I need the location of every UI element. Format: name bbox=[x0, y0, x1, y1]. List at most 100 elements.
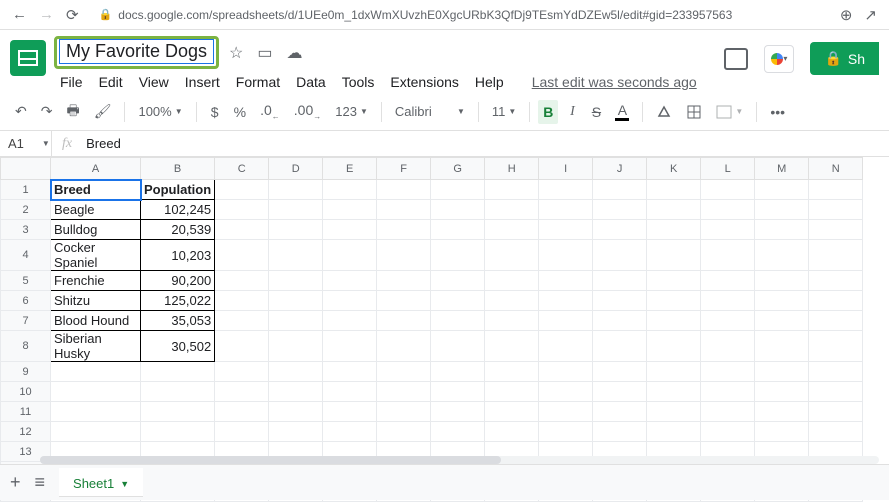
cell[interactable] bbox=[323, 291, 377, 311]
cell[interactable] bbox=[269, 362, 323, 382]
share-button[interactable]: 🔒 Sh bbox=[810, 42, 879, 75]
cell[interactable] bbox=[809, 362, 863, 382]
cell[interactable] bbox=[51, 402, 141, 422]
cell[interactable] bbox=[701, 422, 755, 442]
cell[interactable] bbox=[485, 382, 539, 402]
column-header[interactable]: A bbox=[51, 158, 141, 180]
cell[interactable] bbox=[647, 311, 701, 331]
print-icon[interactable]: 🖶 bbox=[61, 96, 84, 128]
cell[interactable]: Frenchie bbox=[51, 271, 141, 291]
cell[interactable] bbox=[269, 220, 323, 240]
cell[interactable] bbox=[539, 311, 593, 331]
cell[interactable] bbox=[539, 291, 593, 311]
last-edit-link[interactable]: Last edit was seconds ago bbox=[526, 71, 703, 93]
add-sheet-button[interactable]: + bbox=[10, 472, 21, 493]
cell[interactable]: 30,502 bbox=[141, 331, 215, 362]
reload-icon[interactable]: ⟳ bbox=[66, 6, 79, 24]
search-alt-icon[interactable]: ⊕ bbox=[840, 6, 853, 24]
cell[interactable] bbox=[485, 362, 539, 382]
menu-help[interactable]: Help bbox=[469, 71, 510, 93]
menu-view[interactable]: View bbox=[133, 71, 175, 93]
borders-button[interactable] bbox=[681, 100, 707, 124]
cell[interactable] bbox=[485, 422, 539, 442]
cell[interactable] bbox=[141, 402, 215, 422]
cell[interactable] bbox=[539, 180, 593, 200]
cell[interactable] bbox=[431, 382, 485, 402]
menu-format[interactable]: Format bbox=[230, 71, 286, 93]
meet-icon[interactable]: ▾ bbox=[764, 45, 794, 73]
menu-tools[interactable]: Tools bbox=[336, 71, 381, 93]
cell[interactable] bbox=[377, 382, 431, 402]
cell[interactable] bbox=[485, 240, 539, 271]
cell[interactable] bbox=[593, 382, 647, 402]
cell[interactable] bbox=[701, 331, 755, 362]
row-header[interactable]: 11 bbox=[1, 402, 51, 422]
cell[interactable] bbox=[701, 402, 755, 422]
cell[interactable] bbox=[701, 311, 755, 331]
row-header[interactable]: 4 bbox=[1, 240, 51, 271]
menu-insert[interactable]: Insert bbox=[179, 71, 226, 93]
cell[interactable] bbox=[809, 382, 863, 402]
cell[interactable] bbox=[755, 402, 809, 422]
cell[interactable] bbox=[539, 382, 593, 402]
cell[interactable] bbox=[701, 271, 755, 291]
cell[interactable] bbox=[809, 331, 863, 362]
cell[interactable] bbox=[215, 311, 269, 331]
merge-button[interactable]: ▼ bbox=[711, 102, 748, 122]
row-header[interactable]: 9 bbox=[1, 362, 51, 382]
cell[interactable] bbox=[539, 271, 593, 291]
share-icon[interactable]: ↗ bbox=[864, 6, 877, 24]
cell[interactable] bbox=[647, 240, 701, 271]
cell[interactable] bbox=[539, 240, 593, 271]
cell[interactable]: Breed bbox=[51, 180, 141, 200]
column-header[interactable]: M bbox=[755, 158, 809, 180]
cell[interactable] bbox=[51, 422, 141, 442]
cell[interactable] bbox=[701, 200, 755, 220]
row-header[interactable]: 10 bbox=[1, 382, 51, 402]
cell[interactable] bbox=[51, 382, 141, 402]
cell[interactable] bbox=[431, 331, 485, 362]
cell[interactable] bbox=[269, 422, 323, 442]
back-icon[interactable]: ← bbox=[12, 6, 27, 24]
column-header[interactable]: I bbox=[539, 158, 593, 180]
url-bar[interactable]: 🔒 docs.google.com/spreadsheets/d/1UEe0m_… bbox=[91, 8, 828, 22]
menu-file[interactable]: File bbox=[54, 71, 89, 93]
cell[interactable] bbox=[593, 220, 647, 240]
cell[interactable] bbox=[701, 180, 755, 200]
cell[interactable] bbox=[593, 362, 647, 382]
cell[interactable] bbox=[269, 200, 323, 220]
star-icon[interactable]: ☆ bbox=[229, 43, 243, 63]
cell[interactable] bbox=[593, 240, 647, 271]
cell[interactable] bbox=[755, 180, 809, 200]
comment-history-icon[interactable] bbox=[724, 48, 748, 70]
cell[interactable] bbox=[215, 382, 269, 402]
italic-button[interactable]: I bbox=[562, 100, 582, 124]
row-header[interactable]: 7 bbox=[1, 311, 51, 331]
column-header[interactable]: C bbox=[215, 158, 269, 180]
cell[interactable] bbox=[377, 362, 431, 382]
column-header[interactable]: F bbox=[377, 158, 431, 180]
cell[interactable]: 35,053 bbox=[141, 311, 215, 331]
cell[interactable] bbox=[647, 362, 701, 382]
cell[interactable] bbox=[593, 200, 647, 220]
cell[interactable] bbox=[593, 291, 647, 311]
cloud-icon[interactable]: ☁ bbox=[287, 43, 303, 63]
cell[interactable]: Bulldog bbox=[51, 220, 141, 240]
select-all-corner[interactable] bbox=[1, 158, 51, 180]
menu-data[interactable]: Data bbox=[290, 71, 332, 93]
cell[interactable] bbox=[647, 271, 701, 291]
cell[interactable] bbox=[485, 402, 539, 422]
sheet-tab-active[interactable]: Sheet1 ▼ bbox=[59, 468, 143, 497]
cell[interactable] bbox=[377, 180, 431, 200]
cell[interactable] bbox=[215, 331, 269, 362]
cell[interactable] bbox=[323, 200, 377, 220]
cell[interactable] bbox=[215, 402, 269, 422]
cell[interactable] bbox=[377, 271, 431, 291]
cell[interactable] bbox=[593, 180, 647, 200]
cell[interactable] bbox=[377, 402, 431, 422]
cell[interactable] bbox=[431, 240, 485, 271]
column-header[interactable]: L bbox=[701, 158, 755, 180]
cell[interactable] bbox=[755, 220, 809, 240]
cell[interactable] bbox=[593, 422, 647, 442]
cell[interactable]: 10,203 bbox=[141, 240, 215, 271]
